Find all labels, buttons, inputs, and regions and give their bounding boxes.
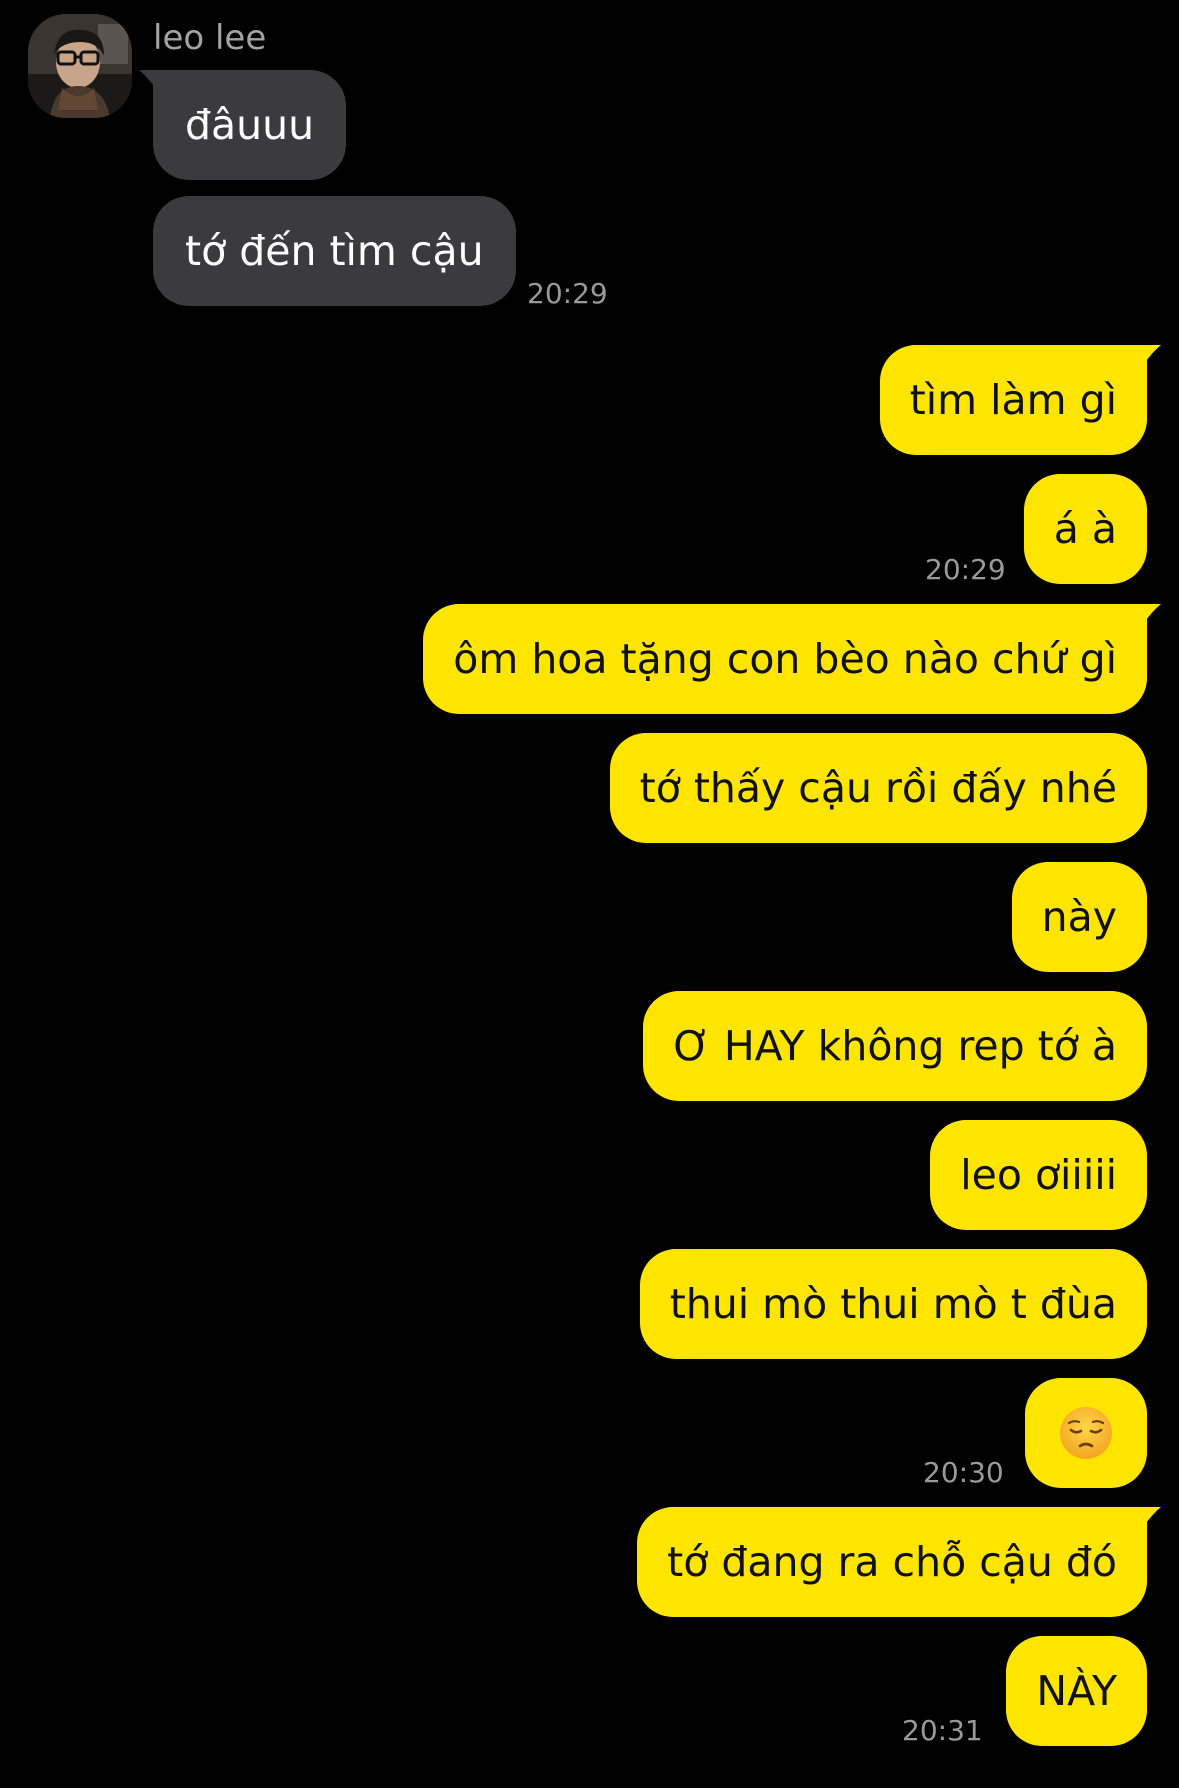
message-bubble-outgoing[interactable]: tớ đang ra chỗ cậu đó: [637, 1507, 1161, 1617]
sender-name: leo lee: [153, 18, 267, 58]
message-text: đâuuu: [185, 101, 315, 149]
message-text: tớ thấy cậu rồi đấy nhé: [639, 764, 1117, 812]
message-bubble-outgoing[interactable]: leo ơiiiii: [930, 1120, 1147, 1230]
message-bubble-outgoing[interactable]: tìm làm gì: [879, 345, 1161, 455]
message-text: tìm làm gì: [909, 376, 1117, 424]
message-bubble-incoming[interactable]: tớ đến tìm cậu: [153, 196, 516, 306]
message-bubble-outgoing[interactable]: thui mò thui mò t đùa: [639, 1249, 1147, 1359]
message-text: ôm hoa tặng con bèo nào chứ gì: [453, 635, 1117, 683]
message-bubble-outgoing[interactable]: này: [1011, 862, 1147, 972]
message-bubble-outgoing[interactable]: ôm hoa tặng con bèo nào chứ gì: [423, 604, 1161, 714]
message-timestamp: 20:31: [902, 1714, 983, 1747]
profile-photo-icon: [28, 14, 132, 118]
bubble-tail-icon: [1139, 604, 1161, 630]
message-bubble-outgoing[interactable]: [1025, 1378, 1147, 1488]
message-bubble-outgoing[interactable]: tớ thấy cậu rồi đấy nhé: [609, 733, 1147, 843]
bubble-tail-icon: [139, 70, 161, 96]
message-timestamp: 20:29: [527, 277, 608, 310]
message-bubble-outgoing[interactable]: á à: [1023, 474, 1147, 584]
message-bubble-outgoing[interactable]: Ơ HAY không rep tớ à: [643, 991, 1147, 1101]
message-text: này: [1041, 893, 1117, 941]
message-bubble-incoming[interactable]: đâuuu: [139, 70, 347, 180]
message-timestamp: 20:30: [923, 1456, 1004, 1489]
message-text: NÀY: [1036, 1667, 1117, 1715]
contact-avatar[interactable]: [28, 14, 132, 118]
pensive-face-emoji-icon: [1060, 1407, 1112, 1459]
message-bubble-outgoing[interactable]: NÀY: [1006, 1636, 1147, 1746]
message-text: tớ đến tìm cậu: [185, 227, 484, 275]
bubble-tail-icon: [1139, 1507, 1161, 1533]
message-text: tớ đang ra chỗ cậu đó: [667, 1538, 1117, 1586]
message-timestamp: 20:29: [925, 553, 1006, 586]
message-text: Ơ HAY không rep tớ à: [673, 1022, 1117, 1070]
message-text: leo ơiiiii: [960, 1151, 1117, 1199]
bubble-tail-icon: [1139, 345, 1161, 371]
message-text: á à: [1053, 505, 1117, 553]
message-text: thui mò thui mò t đùa: [669, 1280, 1117, 1328]
